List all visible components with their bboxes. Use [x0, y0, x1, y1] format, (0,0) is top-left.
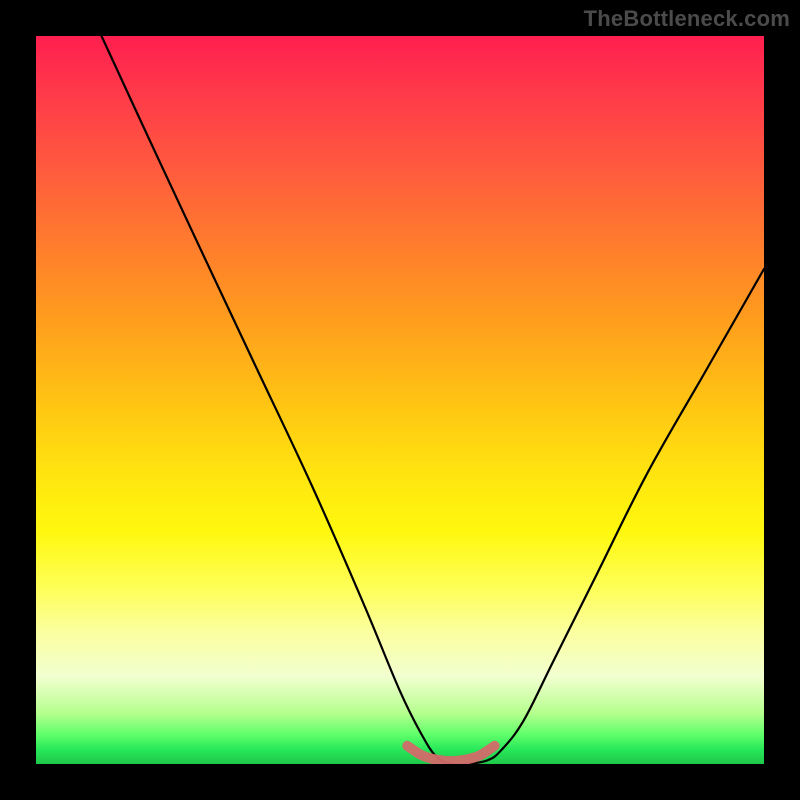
flat-marker-line	[407, 746, 494, 761]
curve-line	[102, 36, 764, 764]
optimal-range-marker	[407, 746, 494, 761]
bottleneck-curve	[102, 36, 764, 764]
plot-area	[36, 36, 764, 764]
chart-frame: TheBottleneck.com	[0, 0, 800, 800]
watermark-text: TheBottleneck.com	[584, 6, 790, 32]
chart-svg	[36, 36, 764, 764]
